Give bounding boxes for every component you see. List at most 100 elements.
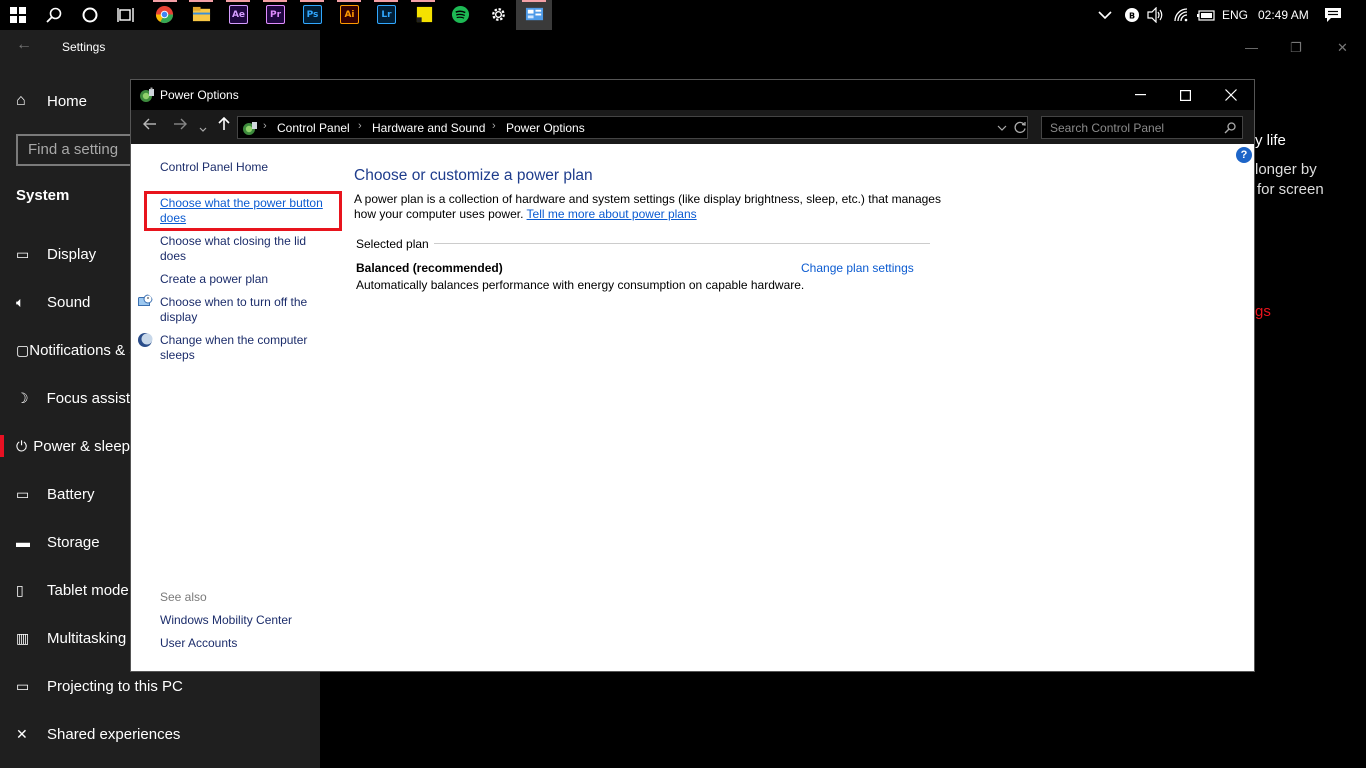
turn-off-display-link[interactable]: Choose when to turn off the display (160, 295, 335, 325)
nav-item-multitasking[interactable]: ▥ Multitasking (0, 623, 130, 653)
network-button[interactable] (1173, 0, 1191, 30)
nav-item-focus-assist[interactable]: ☽ Focus assist (0, 383, 130, 413)
breadcrumb-hardware-sound[interactable]: Hardware and Sound (372, 121, 485, 135)
nav-item-battery[interactable]: ▭ Battery (0, 479, 130, 509)
search-input[interactable]: Search Control Panel (1041, 116, 1243, 139)
projecting-icon: ▭ (16, 677, 30, 694)
home-label: Home (47, 92, 88, 110)
description: A power plan is a collection of hardware… (354, 192, 944, 222)
windows-icon (10, 7, 26, 23)
close-icon (1225, 89, 1237, 101)
nav-item-display[interactable]: ▭ Display (0, 239, 130, 269)
maximize-button[interactable] (1162, 80, 1208, 110)
taskbar-app-illustrator[interactable]: Ai (331, 0, 367, 30)
focus-assist-icon: ☽ (16, 389, 29, 406)
create-power-plan-link[interactable]: Create a power plan (160, 272, 268, 287)
nav-item-power-sleep[interactable]: ⏻ Power & sleep (0, 431, 130, 461)
closing-lid-link[interactable]: Choose what closing the lid does (160, 234, 320, 264)
back-arrow-icon[interactable]: ← (16, 36, 32, 54)
control-panel-home-link[interactable]: Control Panel Home (160, 160, 268, 175)
chrome-icon (155, 5, 174, 24)
change-plan-settings-link[interactable]: Change plan settings (801, 261, 914, 275)
gear-icon (492, 8, 505, 21)
breadcrumb-separator-icon: › (492, 120, 496, 132)
page-title: Choose or customize a power plan (354, 167, 593, 184)
taskbar-app-photoshop[interactable]: Ps (294, 0, 330, 30)
nav-label: Shared experiences (47, 725, 181, 743)
search-button[interactable] (36, 0, 72, 30)
taskbar-app-file-explorer[interactable] (183, 0, 219, 30)
action-center-button[interactable] (1324, 0, 1342, 30)
nav-label: Display (47, 245, 97, 263)
language-indicator[interactable]: ENG (1222, 0, 1248, 30)
nav-item-storage[interactable]: ▬ Storage (0, 527, 130, 557)
close-button[interactable] (1208, 80, 1254, 110)
sound-icon: 🔈︎ (16, 293, 25, 310)
nav-label: Battery (47, 485, 95, 503)
mobility-center-link[interactable]: Windows Mobility Center (160, 613, 292, 628)
nav-label: Tablet mode (47, 581, 129, 599)
address-bar[interactable]: › Control Panel › Hardware and Sound › P… (237, 116, 1028, 139)
nav-label: Power & sleep (33, 437, 130, 455)
content-heading-fragment: y life (1255, 132, 1286, 149)
up-button[interactable] (218, 116, 230, 135)
taskbar-app-after-effects[interactable]: Ae (220, 0, 256, 30)
breadcrumb-power-options[interactable]: Power Options (506, 121, 585, 135)
minimize-icon[interactable]: — (1245, 40, 1258, 55)
minimize-button[interactable] (1117, 80, 1163, 110)
taskbar-app-control-panel[interactable] (516, 0, 552, 30)
nav-item-sound[interactable]: 🔈︎ Sound (0, 287, 130, 317)
tray-app-icon: B (1125, 8, 1139, 22)
volume-button[interactable] (1147, 0, 1165, 30)
power-options-icon (243, 122, 257, 135)
breadcrumb-control-panel[interactable]: Control Panel (277, 121, 350, 135)
spotify-icon (451, 5, 470, 24)
content-link-fragment[interactable]: gs (1255, 303, 1271, 320)
back-button[interactable] (143, 117, 157, 134)
taskbar-app-premiere-pro[interactable]: Pr (257, 0, 293, 30)
chevron-down-icon[interactable] (997, 125, 1007, 131)
content-text-fragment: for screen (1257, 181, 1324, 198)
taskbar-app-sticky-notes[interactable] (405, 0, 441, 30)
nav-item-tablet-mode[interactable]: ▯ Tablet mode (0, 575, 130, 605)
task-view-icon (117, 8, 134, 22)
taskbar-app-settings[interactable] (479, 0, 515, 30)
taskbar-app-chrome[interactable] (147, 0, 183, 30)
forward-button[interactable] (173, 117, 187, 134)
user-accounts-link[interactable]: User Accounts (160, 636, 237, 651)
taskbar-app-lightroom[interactable]: Lr (368, 0, 404, 30)
clock[interactable]: 02:49 AM (1258, 0, 1309, 30)
taskbar-app-spotify[interactable] (442, 0, 478, 30)
computer-sleeps-link[interactable]: Change when the computer sleeps (160, 333, 335, 363)
nav-item-shared-experiences[interactable]: ✕ Shared experiences (0, 719, 300, 749)
settings-home-link[interactable]: ⌂ Home (16, 92, 87, 110)
tray-app[interactable]: B (1124, 0, 1140, 30)
power-button-link[interactable]: Choose what the power button does (160, 196, 335, 226)
battery-button[interactable] (1196, 0, 1216, 30)
nav-item-projecting[interactable]: ▭ Projecting to this PC (0, 671, 300, 701)
lightroom-icon: Lr (377, 5, 396, 24)
restore-icon[interactable]: ❐ (1290, 40, 1302, 56)
folder-icon (192, 6, 211, 22)
recent-locations-button[interactable] (199, 120, 207, 137)
refresh-icon[interactable] (1014, 121, 1027, 134)
start-button[interactable] (0, 0, 36, 30)
cortana-icon (82, 7, 98, 23)
find-setting-input[interactable]: Find a setting (16, 134, 140, 166)
learn-more-link[interactable]: Tell me more about power plans (527, 207, 697, 221)
close-icon[interactable]: ✕ (1337, 40, 1348, 56)
chevron-up-icon (1098, 11, 1112, 20)
task-view-button[interactable] (108, 0, 144, 30)
nav-label: Notifications & actions (29, 341, 130, 359)
nav-item-notifications[interactable]: ▢Notifications & actions (0, 335, 130, 365)
cortana-button[interactable] (72, 0, 108, 30)
multitasking-icon: ▥ (16, 629, 30, 646)
action-center-icon (1325, 8, 1341, 22)
show-hidden-icons-button[interactable] (1098, 0, 1112, 30)
home-icon: ⌂ (16, 92, 26, 109)
photoshop-icon: Ps (303, 5, 322, 24)
moon-icon (138, 333, 153, 347)
power-options-icon (140, 87, 154, 102)
selected-plan-heading: Selected plan (356, 237, 429, 251)
help-icon[interactable]: ? (1236, 147, 1252, 163)
